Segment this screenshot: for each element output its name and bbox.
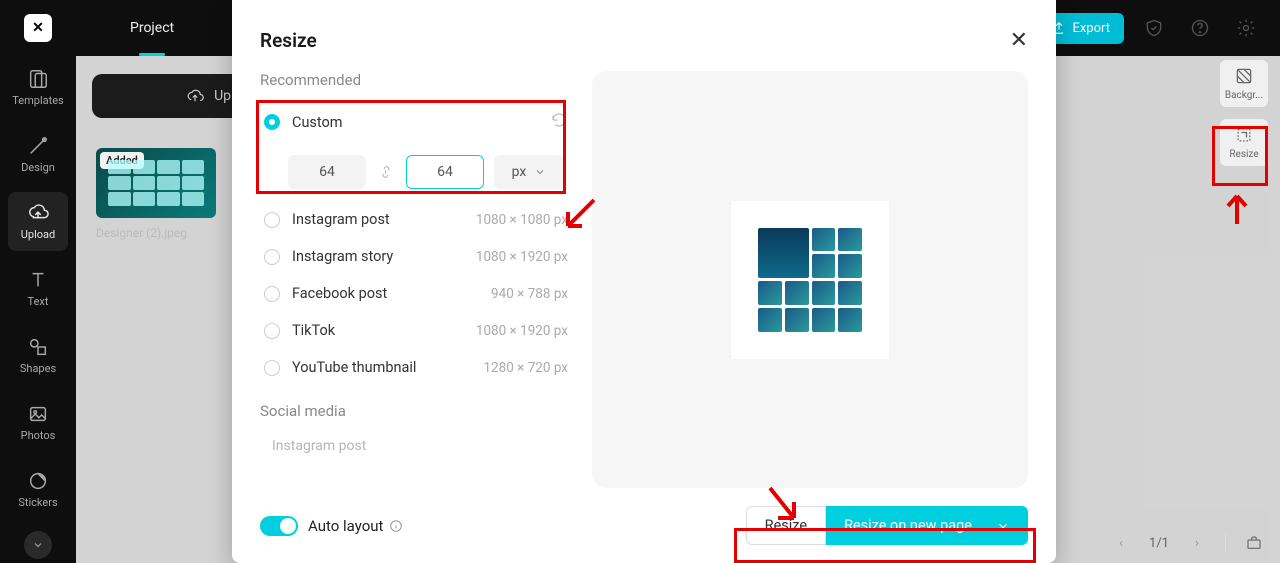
radio-icon <box>264 249 280 265</box>
option-dim: 940 × 788 px <box>491 286 568 302</box>
unit-label: px <box>512 164 527 180</box>
settings-button[interactable] <box>1230 12 1262 44</box>
option-instagram-story[interactable]: Instagram story 1080 × 1920 px <box>260 238 568 275</box>
option-tiktok[interactable]: TikTok 1080 × 1920 px <box>260 312 568 349</box>
chevron-down-icon <box>32 539 44 551</box>
reset-button[interactable] <box>550 111 568 133</box>
sidebar-item-upload[interactable]: Upload <box>8 192 68 251</box>
export-label: Export <box>1072 21 1110 36</box>
close-button[interactable]: ✕ <box>1010 28 1028 53</box>
help-icon <box>1190 18 1210 38</box>
auto-layout-toggle[interactable] <box>260 516 298 536</box>
tab-project[interactable]: Project <box>130 12 174 44</box>
option-dim: 1280 × 720 px <box>483 360 568 376</box>
option-label: Custom <box>292 114 550 131</box>
right-item-background[interactable]: Backgr... <box>1220 60 1268 107</box>
app-logo[interactable]: ✕ <box>24 14 52 42</box>
unit-select[interactable]: px <box>494 155 564 189</box>
pager-pos: 1/1 <box>1149 536 1169 551</box>
right-item-label: Backgr... <box>1225 90 1263 101</box>
templates-icon <box>27 68 49 90</box>
radio-icon <box>264 360 280 376</box>
shield-icon <box>1144 18 1164 38</box>
option-label: Instagram post <box>292 211 476 228</box>
preview-pane <box>592 71 1028 488</box>
media-thumb[interactable]: Added Designer (2).jpeg <box>96 148 216 240</box>
option-label: Facebook post <box>292 285 491 302</box>
sidebar-item-shapes[interactable]: Shapes <box>8 326 68 385</box>
option-dim: 1080 × 1920 px <box>476 249 568 265</box>
briefcase-icon <box>1245 534 1263 552</box>
resize-new-page-label: Resize on new page <box>844 517 972 534</box>
section-social: Social media <box>260 402 568 420</box>
right-panel: Backgr... Resize <box>1220 60 1268 166</box>
radio-selected-icon <box>264 114 280 130</box>
help-button[interactable] <box>1184 12 1216 44</box>
cloud-upload-icon <box>186 87 204 105</box>
photos-icon <box>27 403 49 425</box>
sidebar-label: Text <box>28 295 49 308</box>
sidebar-item-photos[interactable]: Photos <box>8 393 68 452</box>
sidebar-item-stickers[interactable]: Stickers <box>8 460 68 519</box>
gear-icon <box>1236 18 1256 38</box>
sidebar-label: Stickers <box>18 496 57 509</box>
upload-icon <box>27 202 49 224</box>
chevron-down-icon <box>534 166 546 178</box>
radio-icon <box>264 286 280 302</box>
option-facebook-post[interactable]: Facebook post 940 × 788 px <box>260 275 568 312</box>
info-icon[interactable] <box>389 519 403 533</box>
reset-icon <box>550 111 568 129</box>
social-sub[interactable]: Instagram post <box>260 432 568 454</box>
sidebar-label: Design <box>21 161 55 174</box>
sidebar-label: Templates <box>12 94 63 107</box>
shapes-icon <box>27 336 49 358</box>
sidebar-item-design[interactable]: Design <box>8 125 68 184</box>
pager-next[interactable]: › <box>1185 531 1209 555</box>
text-icon <box>27 269 49 291</box>
chevron-down-icon <box>996 519 1010 533</box>
preview-box <box>731 201 889 359</box>
right-item-label: Resize <box>1229 149 1258 160</box>
option-dim: 1080 × 1080 px <box>476 212 568 228</box>
right-item-resize[interactable]: Resize <box>1220 119 1268 166</box>
option-dim: 1080 × 1920 px <box>476 323 568 339</box>
width-input[interactable] <box>288 155 366 189</box>
option-custom[interactable]: Custom <box>260 101 568 143</box>
option-label: YouTube thumbnail <box>292 359 483 376</box>
sidebar-item-templates[interactable]: Templates <box>8 58 68 117</box>
thumb-filename: Designer (2).jpeg <box>96 226 216 240</box>
sidebar-label: Upload <box>21 228 55 241</box>
pager: ‹ 1/1 › <box>1109 531 1266 555</box>
pager-prev[interactable]: ‹ <box>1109 531 1133 555</box>
background-icon <box>1234 66 1254 86</box>
radio-icon <box>264 212 280 228</box>
section-recommended: Recommended <box>260 71 568 89</box>
left-sidebar: ✕ Templates Design Upload Text Shapes Ph… <box>0 0 76 563</box>
modal-footer: Auto layout Resize Resize on new page <box>260 488 1028 545</box>
sidebar-item-text[interactable]: Text <box>8 259 68 318</box>
top-tabs: Project <box>94 12 174 44</box>
resize-modal: Resize ✕ Recommended Custom px In <box>232 0 1056 563</box>
shield-button[interactable] <box>1138 12 1170 44</box>
sidebar-more[interactable] <box>24 531 52 559</box>
size-options: Recommended Custom px Instagram post 108… <box>260 71 568 488</box>
pager-briefcase[interactable] <box>1242 531 1266 555</box>
radio-icon <box>264 323 280 339</box>
link-dimensions-icon[interactable] <box>376 155 396 189</box>
preview-image <box>758 228 862 332</box>
stickers-icon <box>27 470 49 492</box>
option-label: TikTok <box>292 322 476 339</box>
resize-icon <box>1234 125 1254 145</box>
resize-button[interactable]: Resize <box>746 506 826 545</box>
auto-layout-label: Auto layout <box>308 517 383 535</box>
sidebar-label: Photos <box>21 429 56 442</box>
option-instagram-post[interactable]: Instagram post 1080 × 1080 px <box>260 201 568 238</box>
design-icon <box>27 135 49 157</box>
option-youtube-thumbnail[interactable]: YouTube thumbnail 1280 × 720 px <box>260 349 568 386</box>
modal-title: Resize <box>260 29 317 52</box>
resize-new-page-button[interactable]: Resize on new page <box>826 506 1028 545</box>
option-label: Instagram story <box>292 248 476 265</box>
sidebar-label: Shapes <box>20 362 56 375</box>
height-input[interactable] <box>406 155 484 189</box>
